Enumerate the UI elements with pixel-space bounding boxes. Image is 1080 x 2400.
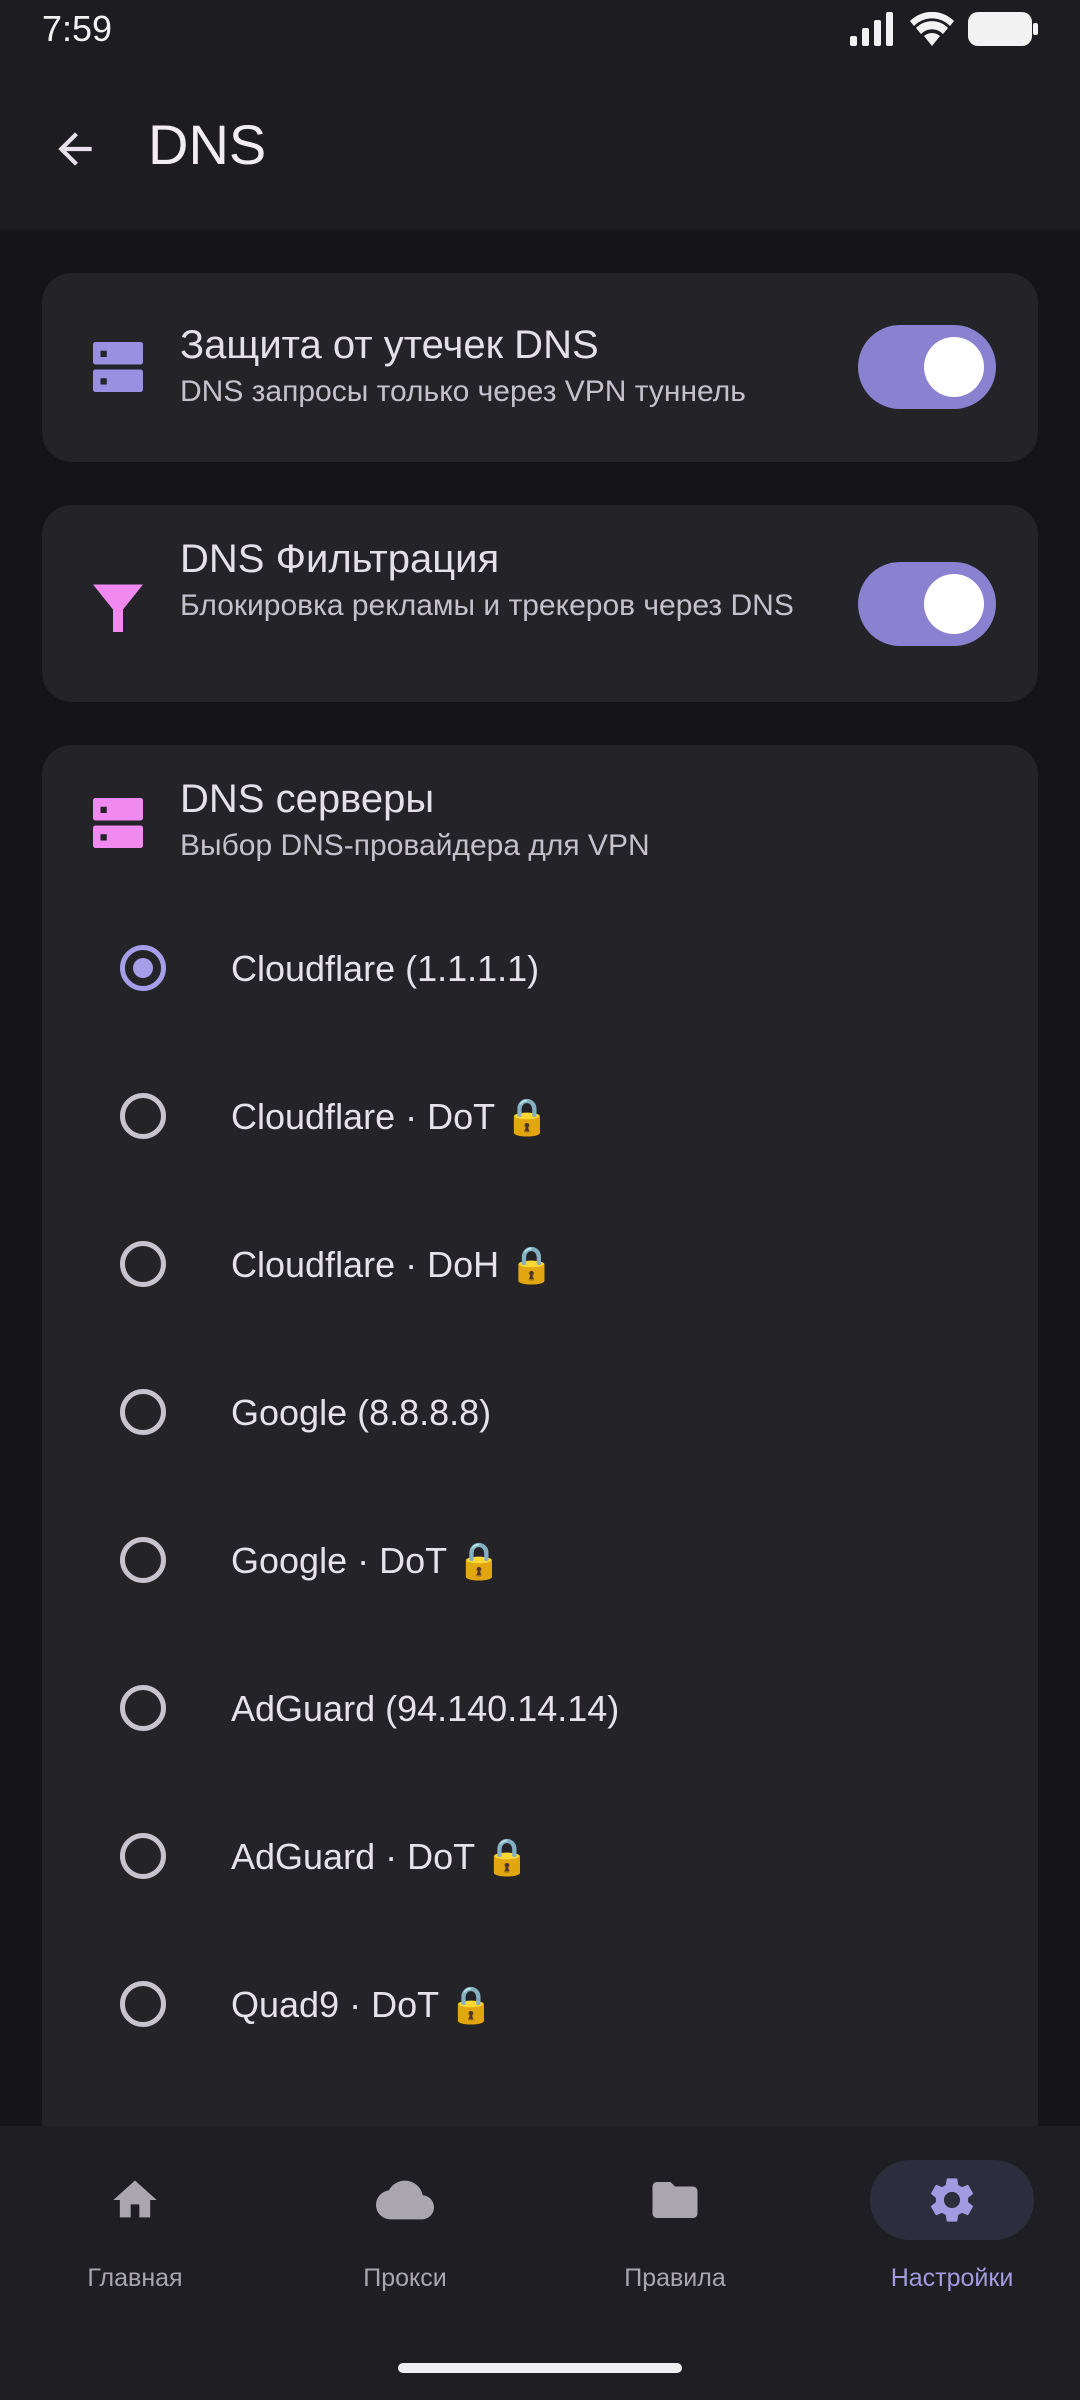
dns-server-option[interactable]: Cloudflare (1.1.1.1) xyxy=(42,898,1038,1046)
dns-server-label: AdGuard (94.140.14.14) xyxy=(231,1688,620,1729)
radio-button[interactable] xyxy=(120,1093,166,1139)
nav-label: Главная xyxy=(87,2264,183,2292)
dns-server-label: Cloudflare · DoH 🔒 xyxy=(231,1244,554,1285)
folder-icon xyxy=(652,2182,698,2218)
dns-server-option[interactable]: AdGuard (94.140.14.14) xyxy=(42,1638,1038,1786)
dns-server-option[interactable]: Cloudflare · DoH 🔒 xyxy=(42,1194,1038,1342)
nav-label: Прокси xyxy=(363,2264,447,2292)
radio-button[interactable] xyxy=(120,1537,166,1583)
dns-server-option[interactable]: Quad9 · DoT 🔒 xyxy=(42,1934,1038,2082)
status-time: 7:59 xyxy=(42,8,113,49)
nav-pill xyxy=(870,2160,1034,2240)
dns-leak-protection-card[interactable]: Защита от утечек DNS DNS запросы только … xyxy=(42,273,1038,462)
battery-icon xyxy=(968,12,1038,46)
dns-server-option[interactable]: Cloudflare · DoT 🔒 xyxy=(42,1046,1038,1194)
dns-filtering-subtitle: Блокировка рекламы и трекеров через DNS xyxy=(180,589,794,622)
status-icons xyxy=(850,12,1038,46)
home-icon xyxy=(113,2180,157,2218)
dns-server-option[interactable]: Google (8.8.8.8) xyxy=(42,1342,1038,1490)
signal-icon xyxy=(850,12,893,46)
toggle-knob xyxy=(924,574,984,634)
dns-server-label: Quad9 · DoT 🔒 xyxy=(231,1984,494,2025)
page-title: DNS xyxy=(148,113,267,176)
nav-label: Правила xyxy=(624,2264,726,2292)
dns-server-option[interactable]: Google · DoT 🔒 xyxy=(42,1490,1038,1638)
radio-button[interactable] xyxy=(120,945,166,991)
filter-icon xyxy=(93,584,143,632)
gear-icon xyxy=(930,2178,974,2222)
nav-item-home[interactable]: Главная xyxy=(0,2160,270,2300)
nav-item-proxy[interactable]: Прокси xyxy=(270,2160,540,2300)
back-button[interactable] xyxy=(36,110,114,188)
nav-pill xyxy=(53,2160,217,2240)
radio-button[interactable] xyxy=(120,1241,166,1287)
status-bar: 7:59 xyxy=(0,0,1080,62)
server-icon xyxy=(93,798,143,848)
leak-protection-toggle[interactable] xyxy=(858,325,996,409)
wifi-icon xyxy=(910,12,954,46)
dns-servers-card: DNS серверы Выбор DNS-провайдера для VPN… xyxy=(42,745,1038,2175)
toggle-knob xyxy=(924,337,984,397)
dns-servers-subtitle: Выбор DNS-провайдера для VPN xyxy=(180,829,650,862)
server-icon xyxy=(93,342,143,392)
app-bar: DNS xyxy=(0,62,1080,230)
bottom-navigation: Главная Прокси Правила Настройки xyxy=(0,2126,1080,2400)
nav-item-settings[interactable]: Настройки xyxy=(817,2160,1080,2300)
nav-pill xyxy=(593,2160,757,2240)
home-indicator[interactable] xyxy=(398,2363,682,2373)
cloud-icon xyxy=(376,2180,434,2220)
dns-server-label: Cloudflare · DoT 🔒 xyxy=(231,1096,550,1137)
nav-pill xyxy=(323,2160,487,2240)
arrow-back-icon xyxy=(58,132,92,166)
leak-protection-title: Защита от утечек DNS xyxy=(180,323,599,367)
radio-button[interactable] xyxy=(120,1981,166,2027)
dns-server-label: Google (8.8.8.8) xyxy=(231,1392,492,1433)
radio-button[interactable] xyxy=(120,1685,166,1731)
radio-button[interactable] xyxy=(120,1389,166,1435)
dns-server-label: AdGuard · DoT 🔒 xyxy=(231,1836,530,1877)
dns-filtering-toggle[interactable] xyxy=(858,562,996,646)
nav-label: Настройки xyxy=(890,2264,1014,2292)
dns-server-label: Cloudflare (1.1.1.1) xyxy=(231,948,540,989)
dns-filtering-title: DNS Фильтрация xyxy=(180,537,500,581)
dns-server-label: Google · DoT 🔒 xyxy=(231,1540,502,1581)
dns-servers-title: DNS серверы xyxy=(180,777,435,821)
radio-button[interactable] xyxy=(120,1833,166,1879)
dns-server-option[interactable]: AdGuard · DoT 🔒 xyxy=(42,1786,1038,1934)
leak-protection-subtitle: DNS запросы только через VPN туннель xyxy=(180,375,746,408)
nav-item-rules[interactable]: Правила xyxy=(540,2160,810,2300)
dns-filtering-card[interactable]: DNS Фильтрация Блокировка рекламы и трек… xyxy=(42,505,1038,702)
